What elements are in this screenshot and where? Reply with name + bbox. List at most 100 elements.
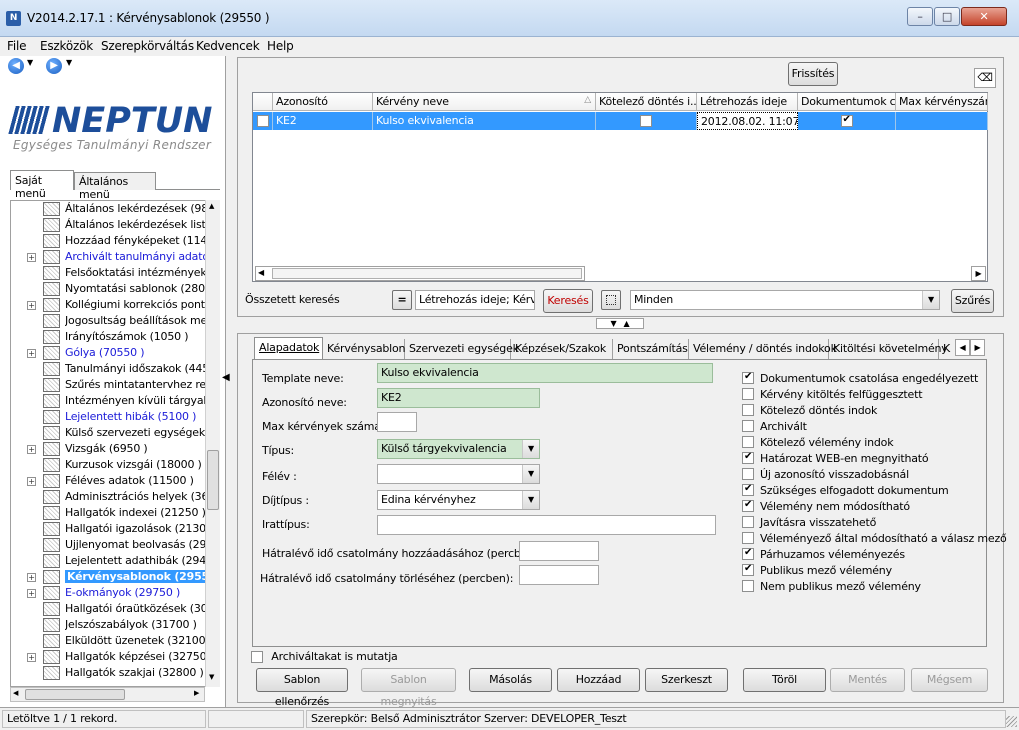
chevron-down-icon[interactable]: ▼ xyxy=(922,291,939,309)
search-options-button[interactable] xyxy=(601,290,621,310)
option-checkbox[interactable] xyxy=(742,388,754,400)
option-checkbox-row[interactable]: Dokumentumok csatolása engedélyezett xyxy=(742,371,978,385)
tree-horizontal-scrollbar[interactable]: ◀ ▶ xyxy=(10,687,205,702)
option-checkbox-row[interactable]: Véleményező által módosítható a válasz m… xyxy=(742,532,1007,545)
scroll-right-icon[interactable]: ▶ xyxy=(194,689,199,697)
tree-item[interactable]: + Hallgatók képzései (32750 ) xyxy=(11,649,207,665)
tipus-select[interactable]: Külső tárgyekvivalencia ▼ xyxy=(377,439,540,459)
eraser-icon[interactable]: ⌫ xyxy=(974,68,996,88)
grid-header-kotelezo[interactable]: Kötelező döntés i... xyxy=(596,93,697,111)
sablon-megnyitas-button[interactable]: Sablon megnyitás xyxy=(361,668,456,708)
option-checkbox[interactable] xyxy=(742,563,754,576)
option-checkbox-row[interactable]: Határozat WEB-en megnyitható xyxy=(742,451,929,465)
masolas-button[interactable]: Másolás xyxy=(469,668,552,692)
filter-button[interactable]: Szűrés xyxy=(951,289,994,313)
scroll-left-icon[interactable]: ◀ xyxy=(13,689,18,697)
grid-header-dokumentumok[interactable]: Dokumentumok c... xyxy=(798,93,896,111)
expand-icon[interactable]: + xyxy=(27,589,36,598)
grid-select-header[interactable] xyxy=(253,93,273,111)
tree-item[interactable]: Felsőoktatási intézmények list xyxy=(11,265,207,281)
tree-item[interactable]: + Kollégiumi korrekciós pontok ( xyxy=(11,297,207,313)
dijtipus-select[interactable]: Edina kérvényhez ▼ xyxy=(377,490,540,510)
cell-dokumentumok-checkbox[interactable] xyxy=(840,114,853,127)
option-checkbox-row[interactable]: Vélemény nem módosítható xyxy=(742,499,910,513)
chevron-down-icon[interactable]: ▼ xyxy=(522,491,539,509)
tree-item[interactable]: Irányítószámok (1050 ) xyxy=(11,329,206,345)
tree-item[interactable]: + Archivált tanulmányi adatok (2 xyxy=(11,249,207,265)
option-checkbox-row[interactable]: Publikus mező vélemény xyxy=(742,563,892,577)
menu-file[interactable]: File xyxy=(7,39,26,53)
tree-scroll-thumb[interactable] xyxy=(207,450,219,510)
tree-item[interactable]: Ujjlenyomat beolvasás (29300 xyxy=(11,537,207,553)
tab-alapadatok[interactable]: Alapadatok xyxy=(254,337,323,359)
option-checkbox-row[interactable]: Kérvény kitöltés felfüggesztett xyxy=(742,388,923,401)
option-checkbox[interactable] xyxy=(742,532,754,544)
option-checkbox[interactable] xyxy=(742,516,754,528)
chevron-down-icon[interactable]: ▼ xyxy=(522,440,539,458)
max-kervenyek-input[interactable] xyxy=(377,412,417,432)
option-checkbox[interactable] xyxy=(742,483,754,496)
option-checkbox-row[interactable]: Kötelező döntés indok xyxy=(742,404,877,417)
tab-velemeny-dontes[interactable]: Vélemény / döntés indokok xyxy=(689,339,837,359)
scroll-up-icon[interactable]: ▲ xyxy=(209,202,214,210)
tab-kepzesek-szakok[interactable]: Képzések/Szakok xyxy=(511,339,613,359)
tree-item[interactable]: Adminisztrációs helyek (3600 xyxy=(11,489,207,505)
azonosito-input[interactable]: KE2 xyxy=(377,388,540,408)
back-arrow-icon[interactable]: ◀ xyxy=(8,58,24,74)
tab-altalanos-menu[interactable]: Általános menü xyxy=(74,172,156,201)
collapse-left-pane-icon[interactable]: ◀ xyxy=(222,372,234,390)
option-checkbox[interactable] xyxy=(742,547,754,560)
option-checkbox-row[interactable]: Új azonosító visszadobásnál xyxy=(742,468,909,481)
option-checkbox[interactable] xyxy=(742,420,754,432)
tab-szervezeti-egysegek[interactable]: Szervezeti egységek xyxy=(405,339,519,359)
expand-icon[interactable]: + xyxy=(27,349,36,358)
grid-scroll-right-icon[interactable]: ▶ xyxy=(971,266,986,281)
archived-checkbox[interactable] xyxy=(251,651,263,663)
option-checkbox[interactable] xyxy=(742,499,754,512)
tree-item[interactable]: + Kérvénysablonok (29550 xyxy=(11,569,207,585)
grid-hscroll-thumb[interactable] xyxy=(272,268,582,279)
tree-hscroll-thumb[interactable] xyxy=(25,689,125,700)
splitter-up-icon[interactable]: ▲ xyxy=(624,319,630,328)
cell-kotelezo-checkbox[interactable] xyxy=(640,115,652,127)
menu-eszkozok[interactable]: Eszközök xyxy=(40,39,93,53)
hatralevo-hozzaadas-input[interactable] xyxy=(519,541,599,561)
splitter-down-icon[interactable]: ▼ xyxy=(611,319,617,328)
tree-item[interactable]: Kurzusok vizsgái (18000 ) xyxy=(11,457,206,473)
option-checkbox-row[interactable]: Párhuzamos véleményezés xyxy=(742,547,905,561)
tree-item[interactable]: Elküldött üzenetek (32100 ) xyxy=(11,633,207,649)
option-checkbox[interactable] xyxy=(742,404,754,416)
minimize-button[interactable]: – xyxy=(907,7,933,26)
back-dropdown-icon[interactable]: ▼ xyxy=(27,58,33,67)
expand-icon[interactable]: + xyxy=(27,573,36,582)
option-checkbox-row[interactable]: Kötelező vélemény indok xyxy=(742,436,894,449)
tree-vertical-scrollbar[interactable]: ▲ ▼ xyxy=(205,200,220,687)
tree-item[interactable]: Általános lekérdezések listája xyxy=(11,217,207,233)
tab-scroll-left-icon[interactable]: ◀ xyxy=(955,339,970,356)
tree-item[interactable]: Általános lekérdezések (9840 xyxy=(11,201,207,217)
tree-item[interactable]: Tanulmányi időszakok (4450 xyxy=(11,361,207,377)
forward-dropdown-icon[interactable]: ▼ xyxy=(66,58,72,67)
felev-select[interactable]: ▼ xyxy=(377,464,540,484)
filter-combo[interactable]: Minden ▼ xyxy=(630,290,940,310)
option-checkbox-row[interactable]: Nem publikus mező vélemény xyxy=(742,580,921,593)
grid-scroll-left-icon[interactable]: ◀ xyxy=(258,268,264,277)
menu-szerepkorvaltas[interactable]: Szerepkörváltás xyxy=(101,39,194,53)
search-fields-input[interactable]: Létrehozás ideje; Kérvér xyxy=(415,290,535,310)
row-select-checkbox[interactable] xyxy=(256,115,269,127)
megsem-button[interactable]: Mégsem xyxy=(911,668,988,692)
menu-help[interactable]: Help xyxy=(267,39,294,53)
tree-item[interactable]: + E-okmányok (29750 ) xyxy=(11,585,206,601)
torol-button[interactable]: Töröl xyxy=(743,668,826,692)
maximize-button[interactable]: □ xyxy=(934,7,960,26)
tree-item[interactable]: Hallgatók indexei (21250 ) xyxy=(11,505,206,521)
expand-icon[interactable]: + xyxy=(27,301,36,310)
grid-header-max[interactable]: Max kérvényszám xyxy=(896,93,988,111)
tree-item[interactable]: + Gólya (70550 ) xyxy=(11,345,206,361)
option-checkbox[interactable] xyxy=(742,580,754,592)
tree-item[interactable]: Jelszószabályok (31700 ) xyxy=(11,617,206,633)
search-button[interactable]: Keresés xyxy=(543,289,593,313)
expand-icon[interactable]: + xyxy=(27,253,36,262)
tab-more[interactable]: K xyxy=(939,339,955,359)
forward-arrow-icon[interactable]: ▶ xyxy=(46,58,62,74)
